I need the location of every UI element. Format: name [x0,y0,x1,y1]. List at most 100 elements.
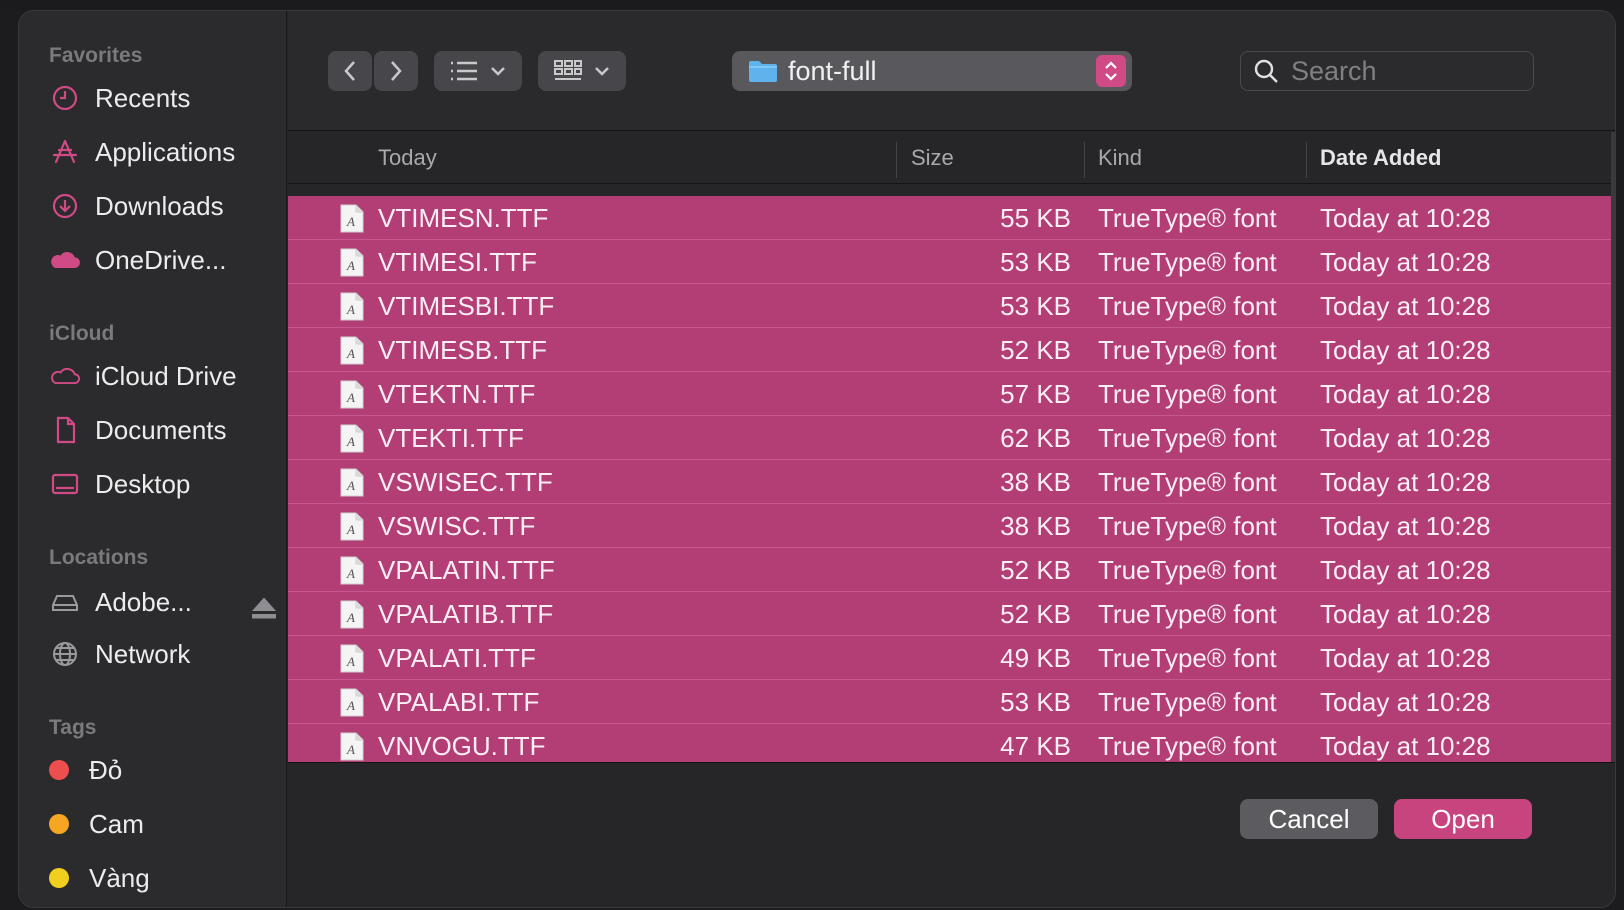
sidebar-item-onedrive[interactable]: OneDrive... [49,240,227,280]
file-row[interactable]: A VTIMESBI.TTF 53 KB TrueType® font Today at… [288,284,1615,328]
file-date-added: Today at 10:28 [1320,554,1491,585]
file-row[interactable]: A VNVOGU.TTF 47 KB TrueType® font Today at 1… [288,724,1615,762]
file-date-added: Today at 10:28 [1320,686,1491,717]
file-size: 53 KB [1000,246,1071,277]
font-file-icon: A [340,204,364,233]
file-name: VPALABI.TTF [378,686,540,717]
file-date-added: Today at 10:28 [1320,642,1491,673]
sidebar-item-label: iCloud Drive [95,360,237,391]
svg-text:A: A [346,698,355,713]
search-icon [1254,59,1278,83]
sidebar-item-label: Applications [95,136,236,167]
svg-text:A: A [346,742,355,757]
open-button[interactable]: Open [1394,799,1532,839]
file-row[interactable]: A VSWISC.TTF 38 KB TrueType® font Today at 1… [288,504,1615,548]
document-icon [49,414,81,446]
back-button[interactable] [328,51,372,91]
sidebar-item-adobe[interactable]: Adobe... [49,582,276,622]
sidebar-tag-do[interactable]: Đỏ [39,750,122,790]
file-row[interactable]: A VSWISEC.TTF 38 KB TrueType® font Today at … [288,460,1615,504]
file-size: 49 KB [1000,642,1071,673]
svg-text:A: A [346,434,355,449]
sidebar-item-label: Downloads [95,190,224,221]
column-header-kind[interactable]: Kind [1098,132,1142,184]
file-date-added: Today at 10:28 [1320,510,1491,541]
column-header-size[interactable]: Size [911,132,954,184]
eject-icon[interactable] [249,593,279,623]
file-row[interactable]: A VPALATIB.TTF 52 KB TrueType® font Today at… [288,592,1615,636]
column-divider[interactable] [1084,142,1085,178]
file-name: VTIMESI.TTF [378,246,537,277]
sidebar-item-label: Documents [95,414,227,445]
location-popup[interactable]: font-full [732,51,1132,91]
cloud-icon [49,360,81,392]
file-row[interactable]: A VPALABI.TTF 53 KB TrueType® font Today at … [288,680,1615,724]
font-file-icon: A [340,248,364,277]
font-file-icon: A [340,292,364,321]
file-name: VSWISC.TTF [378,510,536,541]
file-row[interactable]: A VTIMESB.TTF 52 KB TrueType® font Today at … [288,328,1615,372]
sidebar-item-applications[interactable]: Applications [49,132,235,172]
file-kind: TrueType® font [1098,554,1277,585]
file-name: VTIMESBI.TTF [378,290,555,321]
file-size: 53 KB [1000,686,1071,717]
file-row[interactable]: A VPALATI.TTF 49 KB TrueType® font Today at … [288,636,1615,680]
file-row[interactable]: A VPALATIN.TTF 52 KB TrueType® font Today at… [288,548,1615,592]
file-row[interactable]: A VTIMESI.TTF 53 KB TrueType® font Today at … [288,240,1615,284]
svg-text:A: A [346,346,355,361]
up-down-chevron-icon [1105,61,1117,81]
sidebar-item-recents[interactable]: Recents [49,78,190,118]
sidebar-item-label: Recents [95,82,191,113]
file-size: 62 KB [1000,422,1071,453]
scrollbar[interactable] [1611,132,1615,762]
sidebar-item-label: Adobe... [95,586,192,617]
font-file-icon: A [340,600,364,629]
tag-color-dot [49,760,69,780]
file-browser: font-full Search Today Size Kind Date Ad… [288,11,1615,907]
column-divider[interactable] [896,142,897,178]
sidebar-item-desktop[interactable]: Desktop [49,464,190,504]
applications-icon [49,136,81,168]
file-date-added: Today at 10:28 [1320,378,1491,409]
file-name: VTEKTN.TTF [378,378,536,409]
file-size: 53 KB [1000,290,1071,321]
file-size: 38 KB [1000,510,1071,541]
sidebar-item-documents[interactable]: Documents [49,410,227,450]
column-header-date-added[interactable]: Date Added [1320,132,1441,184]
sidebar-item-network[interactable]: Network [49,634,190,674]
sidebar-tag-cam[interactable]: Cam [39,804,144,844]
divider [288,762,1615,763]
sidebar-tag-vang[interactable]: Vàng [39,858,150,898]
forward-button[interactable] [374,51,418,91]
column-header-name[interactable]: Today [378,132,437,184]
font-file-icon: A [340,732,364,761]
file-size: 55 KB [1000,202,1071,233]
font-file-icon: A [340,424,364,453]
list-view-button[interactable] [434,51,522,91]
svg-text:A: A [346,258,355,273]
file-row[interactable]: A VTEKTI.TTF 62 KB TrueType® font Today at 1… [288,416,1615,460]
font-file-icon: A [340,644,364,673]
file-size: 47 KB [1000,730,1071,761]
column-divider[interactable] [1306,142,1307,178]
svg-text:A: A [346,390,355,405]
sidebar-item-downloads[interactable]: Downloads [49,186,224,226]
clock-icon [49,82,81,114]
search-field[interactable]: Search [1240,51,1534,91]
file-size: 52 KB [1000,334,1071,365]
sidebar-item-icloud-drive[interactable]: iCloud Drive [49,356,237,396]
file-name: VPALATIN.TTF [378,554,555,585]
popup-stepper[interactable] [1096,55,1126,87]
svg-text:A: A [346,610,355,625]
grid-view-button[interactable] [538,51,626,91]
file-date-added: Today at 10:28 [1320,202,1491,233]
file-row[interactable]: A VTEKTN.TTF 57 KB TrueType® font Today at 1… [288,372,1615,416]
file-kind: TrueType® font [1098,378,1277,409]
file-name: VTEKTI.TTF [378,422,524,453]
file-kind: TrueType® font [1098,334,1277,365]
file-name: VNVOGU.TTF [378,730,546,761]
file-row[interactable]: A VTIMESN.TTF 55 KB TrueType® font Today at … [288,196,1615,240]
chevron-down-icon [491,67,505,76]
cancel-button[interactable]: Cancel [1240,799,1378,839]
font-file-icon: A [340,468,364,497]
